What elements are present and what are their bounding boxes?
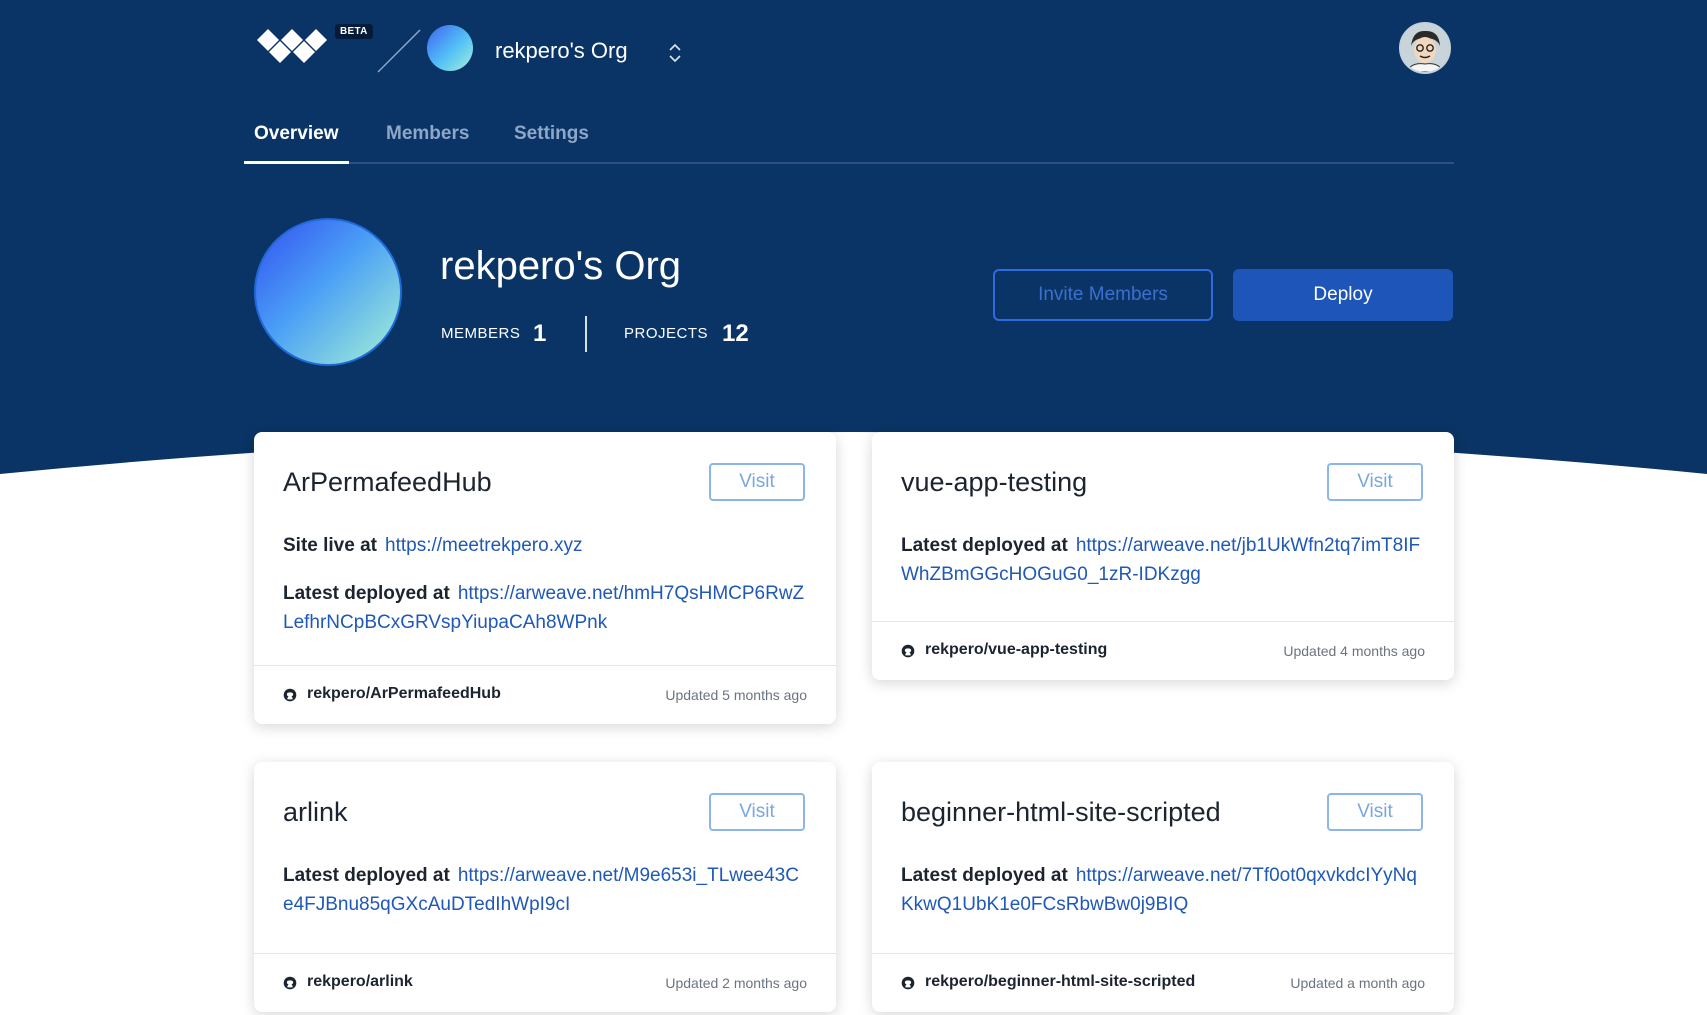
site-live-label: Site live at bbox=[283, 535, 377, 556]
stat-divider bbox=[585, 316, 587, 352]
tab-settings[interactable]: Settings bbox=[504, 108, 599, 164]
card-footer: rekpero/arlink Updated 2 months ago bbox=[254, 953, 836, 1012]
site-live-link[interactable]: https://meetrekpero.xyz bbox=[385, 535, 582, 556]
updated-timestamp: Updated a month ago bbox=[1290, 975, 1425, 991]
repo-link[interactable]: rekpero/ArPermafeedHub bbox=[307, 685, 501, 703]
beta-badge: BETA bbox=[335, 24, 373, 39]
org-switcher-name[interactable]: rekpero's Org bbox=[495, 38, 628, 64]
project-name[interactable]: arlink bbox=[283, 797, 348, 828]
project-card: arlink Visit Latest deployed at https://a… bbox=[254, 762, 836, 1012]
latest-deploy-row: Latest deployed at https://arweave.net/jb… bbox=[901, 531, 1426, 589]
project-name[interactable]: beginner-html-site-scripted bbox=[901, 797, 1221, 828]
visit-button[interactable]: Visit bbox=[709, 793, 805, 831]
github-icon bbox=[901, 644, 915, 658]
latest-deploy-label: Latest deployed at bbox=[901, 535, 1068, 556]
visit-button[interactable]: Visit bbox=[709, 463, 805, 501]
project-card: ArPermafeedHub Visit Site live at https:/… bbox=[254, 432, 836, 724]
projects-stat-value: 12 bbox=[722, 320, 749, 347]
updated-timestamp: Updated 4 months ago bbox=[1283, 643, 1425, 659]
projects-stat-label: PROJECTS bbox=[624, 325, 709, 342]
project-card: beginner-html-site-scripted Visit Latest… bbox=[872, 762, 1454, 1012]
project-card: vue-app-testing Visit Latest deployed at… bbox=[872, 432, 1454, 680]
github-icon bbox=[901, 976, 915, 990]
user-avatar[interactable] bbox=[1399, 22, 1451, 74]
visit-button[interactable]: Visit bbox=[1327, 793, 1423, 831]
org-tabs: Overview Members Settings bbox=[244, 108, 1454, 164]
project-name[interactable]: ArPermafeedHub bbox=[283, 467, 492, 498]
card-footer: rekpero/beginner-html-site-scripted Upda… bbox=[872, 953, 1454, 1012]
latest-deploy-label: Latest deployed at bbox=[901, 865, 1068, 886]
tab-overview[interactable]: Overview bbox=[244, 108, 349, 164]
latest-deploy-row: Latest deployed at https://arweave.net/7T… bbox=[901, 861, 1426, 919]
github-icon bbox=[283, 688, 297, 702]
latest-deploy-label: Latest deployed at bbox=[283, 865, 450, 886]
members-stat-value: 1 bbox=[533, 320, 547, 347]
logo-icon[interactable] bbox=[254, 26, 330, 64]
card-footer: rekpero/ArPermafeedHub Updated 5 months … bbox=[254, 665, 836, 724]
org-avatar bbox=[254, 218, 402, 366]
card-footer: rekpero/vue-app-testing Updated 4 months… bbox=[872, 621, 1454, 680]
updated-timestamp: Updated 2 months ago bbox=[665, 975, 807, 991]
page-title: rekpero's Org bbox=[440, 244, 682, 288]
latest-deploy-row: Latest deployed at https://arweave.net/M9… bbox=[283, 861, 808, 919]
invite-members-button[interactable]: Invite Members bbox=[993, 269, 1213, 321]
site-live-row: Site live at https://meetrekpero.xyz bbox=[283, 531, 808, 560]
org-avatar-small[interactable] bbox=[427, 25, 473, 71]
updated-timestamp: Updated 5 months ago bbox=[665, 687, 807, 703]
repo-link[interactable]: rekpero/vue-app-testing bbox=[925, 641, 1107, 659]
project-name[interactable]: vue-app-testing bbox=[901, 467, 1087, 498]
repo-link[interactable]: rekpero/arlink bbox=[307, 973, 413, 991]
latest-deploy-row: Latest deployed at https://arweave.net/hm… bbox=[283, 579, 808, 637]
repo-link[interactable]: rekpero/beginner-html-site-scripted bbox=[925, 973, 1195, 991]
breadcrumb-divider bbox=[374, 28, 424, 74]
chevron-updown-icon[interactable] bbox=[667, 41, 683, 65]
tab-members[interactable]: Members bbox=[376, 108, 479, 164]
members-stat-label: MEMBERS bbox=[441, 325, 521, 342]
latest-deploy-label: Latest deployed at bbox=[283, 583, 450, 604]
github-icon bbox=[283, 976, 297, 990]
deploy-button[interactable]: Deploy bbox=[1233, 269, 1453, 321]
top-bar: BETA rekpero's Org bbox=[0, 0, 1707, 100]
visit-button[interactable]: Visit bbox=[1327, 463, 1423, 501]
